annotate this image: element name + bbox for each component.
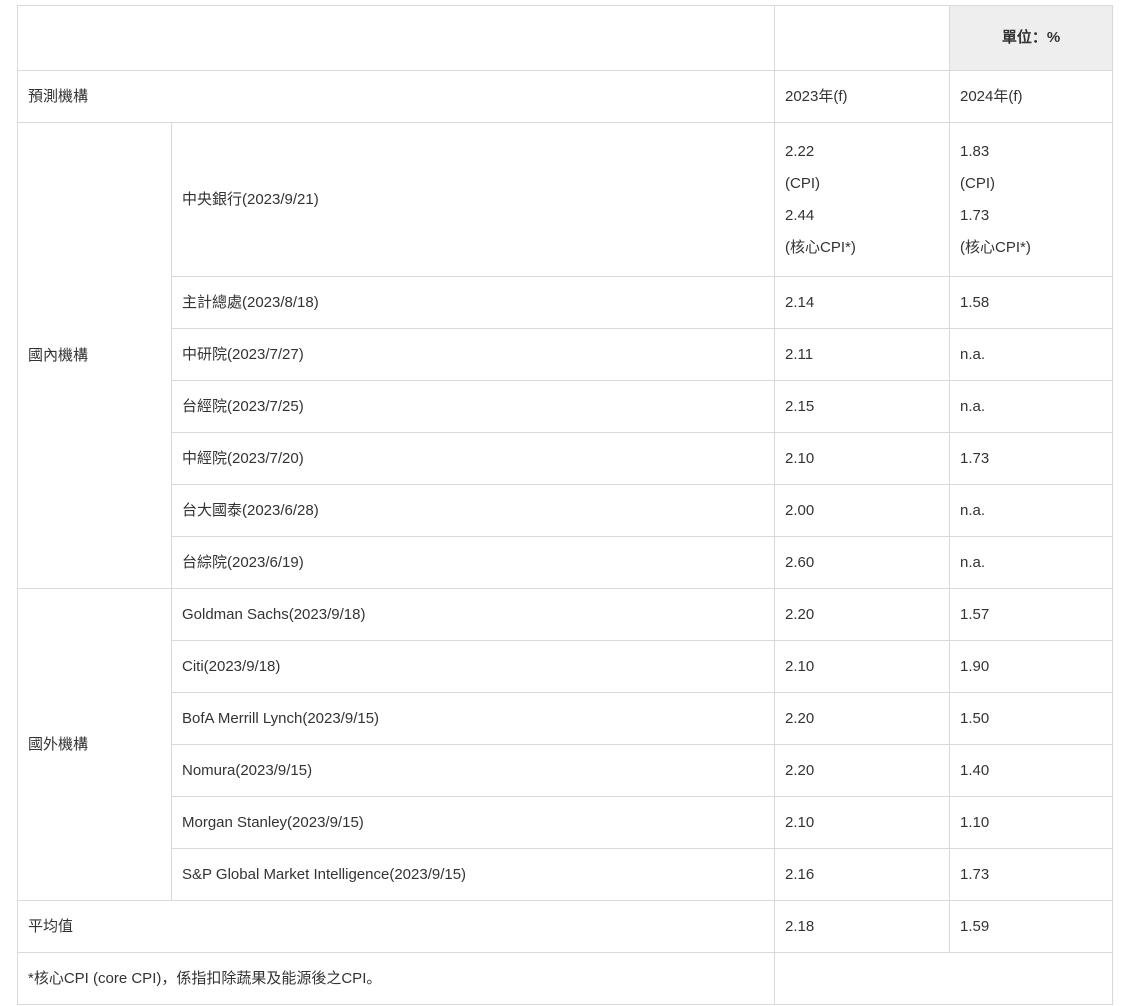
footnote: *核心CPI (core CPI)，係指扣除蔬果及能源後之CPI。: [17, 952, 775, 1005]
average-label: 平均值: [17, 900, 775, 953]
group-label-foreign: 國外機構: [17, 588, 172, 901]
table-row: Nomura(2023/9/15) 2.20 1.40: [18, 744, 1113, 797]
value-2023: 2.15: [774, 380, 950, 433]
value-line: (CPI): [960, 174, 995, 192]
table-row: 台經院(2023/7/25) 2.15 n.a.: [18, 380, 1113, 433]
value-2023: 2.10: [774, 432, 950, 485]
value-2024: 1.90: [949, 640, 1113, 693]
unit-label: 單位：%: [949, 5, 1113, 71]
value-line: 2.44: [785, 206, 815, 224]
header-empty-cell: [17, 5, 775, 71]
table-row: 台大國泰(2023/6/28) 2.00 n.a.: [18, 484, 1113, 537]
value-2023: 2.00: [774, 484, 950, 537]
value-2023: 2.20: [774, 744, 950, 797]
value-line: 1.83: [960, 142, 990, 160]
value-2024: 1.83 (CPI) 1.73 (核心CPI*): [949, 122, 1113, 277]
value-line: 2.22: [785, 142, 815, 160]
table-row: 國內機構 中央銀行(2023/9/21) 2.22 (CPI) 2.44 (核心…: [17, 122, 1113, 589]
institution-name: Morgan Stanley(2023/9/15): [171, 796, 775, 849]
header-row: 單位：%: [17, 5, 1113, 71]
average-2024: 1.59: [949, 900, 1113, 953]
institution-name: 中央銀行(2023/9/21): [171, 122, 775, 277]
value-2023: 2.20: [774, 692, 950, 745]
table-row: BofA Merrill Lynch(2023/9/15) 2.20 1.50: [18, 692, 1113, 745]
value-2024: n.a.: [949, 380, 1113, 433]
column-header-institution: 預測機構: [17, 70, 775, 123]
institution-name: BofA Merrill Lynch(2023/9/15): [171, 692, 775, 745]
value-2024: n.a.: [949, 536, 1113, 589]
value-2024: 1.10: [949, 796, 1113, 849]
value-line: (核心CPI*): [960, 238, 1031, 256]
table-row: 台綜院(2023/6/19) 2.60 n.a.: [18, 536, 1113, 589]
value-2023: 2.22 (CPI) 2.44 (核心CPI*): [774, 122, 950, 277]
value-2024: n.a.: [949, 484, 1113, 537]
institution-name: 台綜院(2023/6/19): [171, 536, 775, 589]
table-row: 中研院(2023/7/27) 2.11 n.a.: [18, 328, 1113, 381]
cpi-forecast-table: 單位：% 預測機構 2023年(f) 2024年(f) 國內機構 中央銀行(20…: [17, 5, 1113, 1005]
value-2024: 1.73: [949, 432, 1113, 485]
value-2023: 2.10: [774, 796, 950, 849]
average-2023: 2.18: [774, 900, 950, 953]
group-label-domestic: 國內機構: [17, 122, 172, 589]
footnote-row: *核心CPI (core CPI)，係指扣除蔬果及能源後之CPI。: [17, 952, 1113, 1005]
institution-name: Goldman Sachs(2023/9/18): [171, 588, 775, 641]
column-header-2024: 2024年(f): [949, 70, 1113, 123]
institution-name: 中經院(2023/7/20): [171, 432, 775, 485]
table-row: 主計總處(2023/8/18) 2.14 1.58: [18, 276, 1113, 329]
institution-name: S&P Global Market Intelligence(2023/9/15…: [171, 848, 775, 901]
value-2024: 1.40: [949, 744, 1113, 797]
institution-name: 主計總處(2023/8/18): [171, 276, 775, 329]
institution-name: 中研院(2023/7/27): [171, 328, 775, 381]
table-row: Morgan Stanley(2023/9/15) 2.10 1.10: [18, 796, 1113, 849]
value-2024: n.a.: [949, 328, 1113, 381]
institution-name: 台經院(2023/7/25): [171, 380, 775, 433]
value-2024: 1.50: [949, 692, 1113, 745]
institution-name: 台大國泰(2023/6/28): [171, 484, 775, 537]
value-2024: 1.73: [949, 848, 1113, 901]
value-2023: 2.16: [774, 848, 950, 901]
institution-name: Nomura(2023/9/15): [171, 744, 775, 797]
institution-name: Citi(2023/9/18): [171, 640, 775, 693]
value-2023: 2.11: [774, 328, 950, 381]
average-row: 平均值 2.18 1.59: [17, 900, 1113, 953]
value-2023: 2.14: [774, 276, 950, 329]
column-header-2023: 2023年(f): [774, 70, 950, 123]
value-2023: 2.20: [774, 588, 950, 641]
value-2024: 1.58: [949, 276, 1113, 329]
table-row: Citi(2023/9/18) 2.10 1.90: [18, 640, 1113, 693]
table-row: 中經院(2023/7/20) 2.10 1.73: [18, 432, 1113, 485]
value-2023: 2.60: [774, 536, 950, 589]
value-2023: 2.10: [774, 640, 950, 693]
column-header-row: 預測機構 2023年(f) 2024年(f): [17, 70, 1113, 123]
value-line: 1.73: [960, 206, 990, 224]
table-row: S&P Global Market Intelligence(2023/9/15…: [18, 848, 1113, 901]
table-row: 國外機構 Goldman Sachs(2023/9/18) 2.20 1.57: [17, 588, 1113, 901]
value-2024: 1.57: [949, 588, 1113, 641]
page: { "header": { "unit_label": "單位：%" }, "c…: [0, 0, 1138, 1006]
header-empty-cell: [774, 5, 950, 71]
footnote-empty-cell: [774, 952, 1113, 1005]
value-line: (CPI): [785, 174, 820, 192]
value-line: (核心CPI*): [785, 238, 856, 256]
